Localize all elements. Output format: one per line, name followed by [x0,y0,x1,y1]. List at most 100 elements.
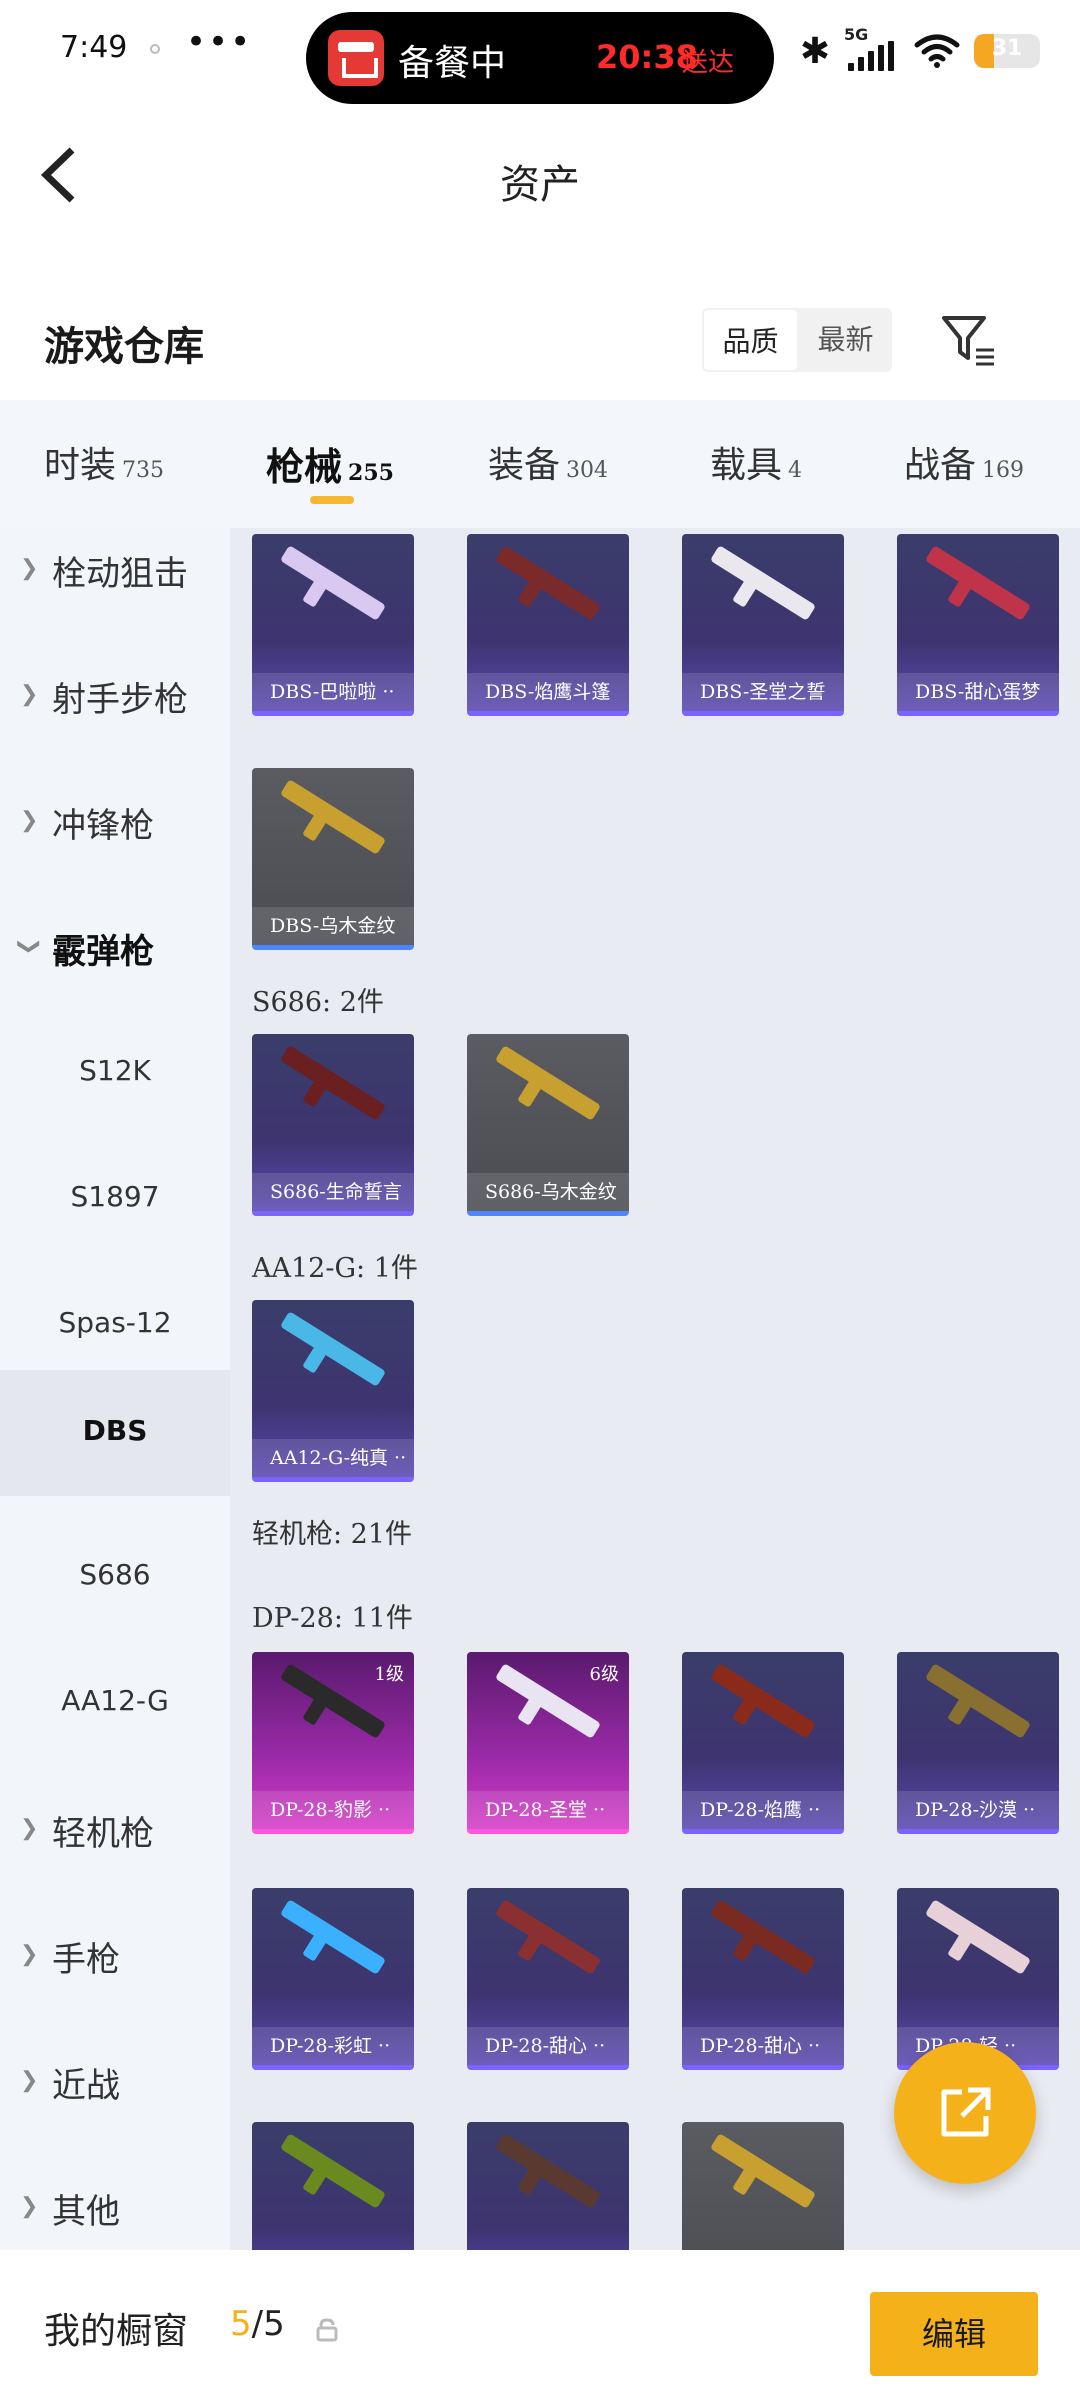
item-name: DP-28-甜心 ·· [682,2027,844,2065]
weapon-image [494,1045,602,1121]
sidebar-item-dbs[interactable]: DBS [0,1370,230,1496]
item-card[interactable]: S686-生命誓言 [252,1034,414,1216]
sidebar-item-smg[interactable]: ❯ 冲锋枪 [0,758,230,884]
level-badge: 6级 [589,1664,619,1685]
sidebar-item-aa12g[interactable]: AA12-G [0,1640,230,1766]
item-card[interactable]: S686-乌木金纹 [467,1034,629,1216]
weapon-image [279,779,387,855]
weapon-image [279,2133,387,2209]
item-card[interactable] [682,2122,844,2250]
item-name: DP-28-圣堂 ·· [467,1791,629,1829]
item-name: DBS-甜心蛋梦 [897,673,1059,711]
item-card[interactable]: DP-28-彩虹 ·· [252,1888,414,2070]
item-name: AA12-G-纯真 ·· [252,1439,414,1477]
item-name: DP-28-甜心 ·· [467,2027,629,2065]
filter-icon[interactable] [938,310,998,370]
store-icon [328,30,384,86]
item-name: DP-28-焰鹰 ·· [682,1791,844,1829]
weapon-image [279,1899,387,1975]
weapon-image [279,1311,387,1387]
sidebar-item-marksman-rifle[interactable]: ❯ 射手步枪 [0,632,230,758]
showcase-label: 我的橱窗 [44,2311,189,2352]
item-name: DBS-圣堂之誓 [682,673,844,711]
live-activity-island[interactable]: 备餐中 20:38 送达 [306,12,774,104]
group-label-lmg: 轻机枪: 21件 [252,1519,413,1550]
weapon-image [924,1899,1032,1975]
item-name: S686-生命誓言 [252,1173,414,1211]
weapon-image [494,2133,602,2209]
item-name: S686-乌木金纹 [467,1173,629,1211]
warehouse-title: 游戏仓库 [44,323,204,370]
item-card[interactable]: DP-28-焰鹰 ·· [682,1652,844,1834]
weapon-type-sidebar: ❯ 栓动狙击 ❯ 射手步枪 ❯ 冲锋枪 ❯ 霰弹枪 S12K S1897 Spas-12… [0,528,230,2250]
item-card[interactable]: DBS-巴啦啦 ·· [252,534,414,716]
cellular-signal-icon: 5G [844,25,900,71]
item-card[interactable]: DP-28-沙漠 ·· [897,1652,1059,1834]
sidebar-item-bolt-sniper[interactable]: ❯ 栓动狙击 [0,528,230,632]
weapon-image [709,2133,817,2209]
tab-firearms[interactable]: 枪械 255 [266,436,394,491]
tab-equipment[interactable]: 装备 304 [488,436,608,488]
weapon-image [279,1045,387,1121]
chevron-right-icon: ❯ [20,2068,39,2093]
sidebar-item-s12k[interactable]: S12K [0,1010,230,1136]
weapon-image [279,1663,387,1739]
item-card[interactable]: DBS-乌木金纹 [252,768,414,950]
nav-header: 资产 [0,110,1080,240]
notification-dot-icon [150,44,160,54]
external-link-icon [941,2087,991,2137]
clock: 7:49 [60,30,128,65]
chevron-right-icon: ❯ [20,2194,39,2219]
item-card[interactable] [252,2122,414,2250]
item-card[interactable]: AA12-G-纯真 ·· [252,1300,414,1482]
battery-icon: 31 [974,34,1040,68]
weapon-image [279,545,387,621]
item-card[interactable]: 1级 DP-28-豹影 ·· [252,1652,414,1834]
edit-button[interactable]: 编辑 [870,2292,1038,2376]
sidebar-item-other[interactable]: ❯ 其他 [0,2144,230,2250]
item-name: DBS-乌木金纹 [252,907,414,945]
chevron-right-icon: ❯ [20,808,39,833]
item-name: DP-28-沙漠 ·· [897,1791,1059,1829]
item-card[interactable]: DBS-甜心蛋梦 [897,534,1059,716]
group-label-aa12g: AA12-G: 1件 [252,1253,418,1284]
item-card[interactable]: DBS-圣堂之誓 [682,534,844,716]
system-indicators: ✱ 5G 31 [799,25,1040,76]
weapon-image [709,545,817,621]
more-icon: ••• [186,22,253,62]
chevron-right-icon: ❯ [20,1816,39,1841]
chevron-down-icon: ❯ [16,937,42,956]
weapon-image [924,1663,1032,1739]
share-button[interactable] [894,2042,1036,2184]
sidebar-item-pistol[interactable]: ❯ 手枪 [0,1892,230,2018]
item-card[interactable]: DP-28-甜心 ·· [467,1888,629,2070]
chevron-right-icon: ❯ [20,556,39,581]
delivery-label: 送达 [682,48,735,78]
lock-icon [316,2318,338,2342]
item-card[interactable]: 6级 DP-28-圣堂 ·· [467,1652,629,1834]
item-grid: S686: 2件 AA12-G: 1件 轻机枪: 21件 DP-28: 11件 … [230,528,1080,2250]
active-tab-indicator [310,496,354,504]
item-name: DP-28-豹影 ·· [252,1791,414,1829]
group-label-s686: S686: 2件 [252,987,384,1018]
order-status: 备餐中 [398,43,507,84]
sort-quality-button[interactable]: 品质 [702,308,799,372]
item-card[interactable] [467,2122,629,2250]
sidebar-item-s1897[interactable]: S1897 [0,1136,230,1262]
sidebar-item-lmg[interactable]: ❯ 轻机枪 [0,1766,230,1892]
sort-newest-button[interactable]: 最新 [799,308,892,372]
sort-toggle: 品质 最新 [702,308,892,372]
weapon-image [709,1663,817,1739]
tab-fashion[interactable]: 时装 735 [44,436,164,488]
bluetooth-icon: ✱ [799,30,830,72]
tab-vehicles[interactable]: 载具 4 [710,436,802,488]
item-card[interactable]: DP-28-甜心 ·· [682,1888,844,2070]
warehouse-header: 游戏仓库 品质 最新 [0,290,1080,400]
tab-supplies[interactable]: 战备 169 [904,436,1024,488]
level-badge: 1级 [374,1664,404,1685]
sidebar-item-s686[interactable]: S686 [0,1514,230,1640]
sidebar-item-melee[interactable]: ❯ 近战 [0,2018,230,2144]
item-card[interactable]: DBS-焰鹰斗篷 [467,534,629,716]
sidebar-item-shotgun[interactable]: ❯ 霰弹枪 [0,884,230,1010]
weapon-image [494,545,602,621]
